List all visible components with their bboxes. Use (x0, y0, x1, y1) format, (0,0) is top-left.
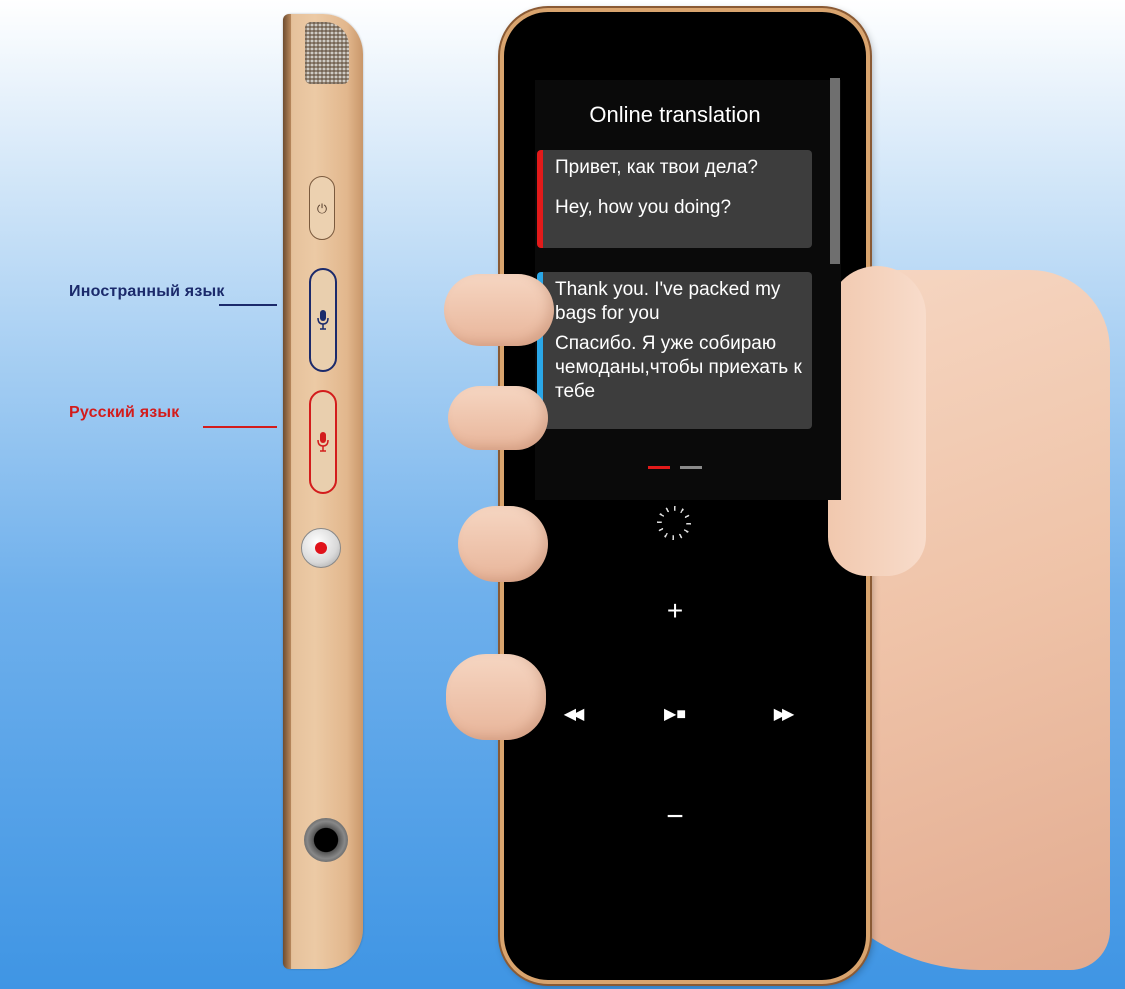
microphone-icon (317, 432, 329, 452)
hand-finger (446, 654, 546, 740)
russian-language-mic-button[interactable] (309, 390, 337, 494)
hand-thumb (828, 266, 926, 576)
microphone-icon (317, 310, 329, 330)
foreign-language-mic-button[interactable] (309, 268, 337, 372)
headphone-jack (304, 818, 348, 862)
russian-language-label: Русский язык (69, 404, 180, 421)
page-indicator-active (648, 466, 670, 469)
next-button[interactable]: ▶▶ (762, 704, 802, 724)
speaker-grille (305, 22, 349, 84)
record-button[interactable] (301, 528, 341, 568)
record-icon (315, 542, 327, 554)
page-indicator-inactive (680, 466, 702, 469)
screen-title: Online translation (589, 102, 761, 127)
russian-language-pointer (203, 426, 277, 428)
foreign-language-label: Иностранный язык (69, 283, 225, 300)
foreign-language-pointer (219, 304, 277, 306)
message-source-text: Привет, как твои дела? (555, 157, 758, 178)
play-stop-button[interactable]: ▶■ (655, 704, 695, 724)
message-bubble[interactable]: Thank you. I've packed my bags for you С… (537, 272, 812, 429)
message-bubble[interactable]: Привет, как твои дела? Hey, how you doin… (537, 150, 812, 248)
hand-finger (448, 386, 548, 450)
hand-finger (444, 274, 554, 346)
device-side-profile: ⏻ (283, 14, 363, 969)
listening-spinner-icon (657, 506, 691, 540)
power-icon: ⏻ (316, 200, 328, 216)
previous-button[interactable]: ◀◀ (552, 704, 592, 724)
message-translation-text: Hey, how you doing? (555, 197, 732, 218)
hand-finger (458, 506, 548, 582)
volume-up-button[interactable]: + (660, 596, 690, 626)
message-source-text: Thank you. I've packed my bags for you (555, 279, 781, 324)
volume-down-button[interactable]: − (660, 802, 690, 832)
screen-scrollbar[interactable] (830, 78, 840, 264)
power-button[interactable]: ⏻ (309, 176, 335, 240)
message-translation-text: Спасибо. Я уже собираю чемоданы,чтобы пр… (555, 333, 802, 402)
